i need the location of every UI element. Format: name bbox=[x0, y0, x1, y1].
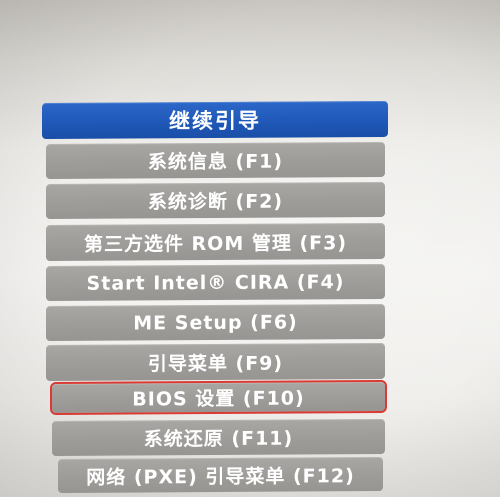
menu-item-me-setup[interactable]: ME Setup (F6) bbox=[46, 303, 385, 342]
menu-item-system-recovery[interactable]: 系统还原 (F11) bbox=[52, 418, 385, 457]
menu-item-system-information[interactable]: 系统信息 (F1) bbox=[46, 141, 385, 180]
menu-item-option-rom-management[interactable]: 第三方选件 ROM 管理 (F3) bbox=[46, 222, 385, 262]
boot-menu: 继续引导 系统信息 (F1) 系统诊断 (F2) 第三方选件 ROM 管理 (F… bbox=[0, 0, 500, 497]
menu-item-system-diagnostics[interactable]: 系统诊断 (F2) bbox=[46, 181, 385, 220]
menu-item-continue-boot[interactable]: 继续引导 bbox=[42, 100, 388, 140]
menu-item-boot-menu[interactable]: 引导菜单 (F9) bbox=[46, 342, 385, 382]
menu-item-bios-setup[interactable]: BIOS 设置 (F10) bbox=[50, 379, 387, 416]
menu-item-start-intel-cira[interactable]: Start Intel® CIRA (F4) bbox=[46, 263, 385, 302]
menu-item-network-boot[interactable]: 网络 (PXE) 引导菜单 (F12) bbox=[58, 457, 383, 493]
